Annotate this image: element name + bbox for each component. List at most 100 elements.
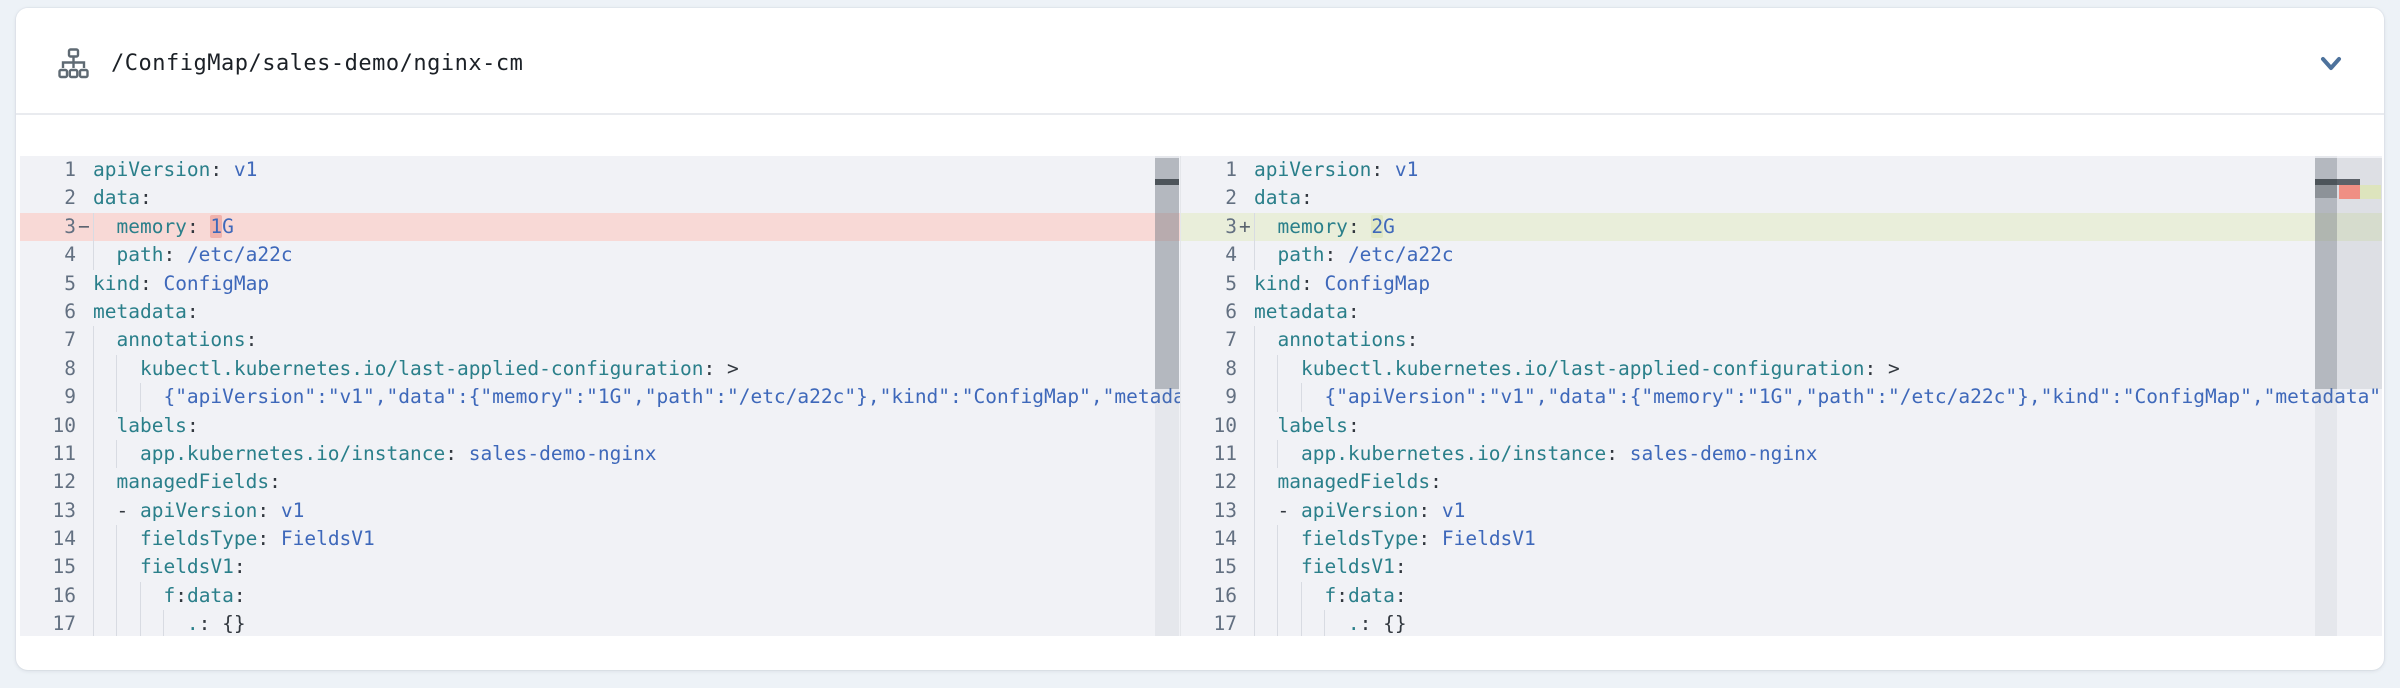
modified-code-line-4[interactable]: 4 path: /etc/a22c [1181,241,2382,269]
modified-code-lines: 1 apiVersion: v12data:3+ memory: 2G4 path… [1181,156,2382,636]
code-content[interactable]: f:data: [1254,582,2382,610]
code-content[interactable]: f:data: [93,582,1180,610]
code-content[interactable]: .: {} [93,610,1180,636]
modified-code-line-15[interactable]: 15 fieldsV1: [1181,553,2382,581]
original-code-line-10[interactable]: 10 labels: [20,412,1180,440]
original-code-line-6[interactable]: 6metadata: [20,298,1180,326]
indent-guide [140,582,141,610]
original-code-line-12[interactable]: 12 managedFields: [20,468,1180,496]
modified-code-line-10[interactable]: 10 labels: [1181,412,2382,440]
code-content[interactable]: metadata: [93,298,1180,326]
original-code-line-16[interactable]: 16 f:data: [20,582,1180,610]
code-content[interactable]: app.kubernetes.io/instance: sales-demo-n… [1254,440,2382,468]
code-content[interactable]: path: /etc/a22c [1254,241,2382,269]
line-number: 5 [20,270,76,298]
code-content[interactable]: memory: 1G [93,213,1180,241]
code-content[interactable]: labels: [93,412,1180,440]
code-token: G [1383,215,1395,238]
original-code-line-17[interactable]: 17 .: {} [20,610,1180,636]
code-content[interactable]: app.kubernetes.io/instance: sales-demo-n… [93,440,1180,468]
code-content[interactable]: kind: ConfigMap [1254,270,2382,298]
code-content[interactable]: fieldsV1: [93,553,1180,581]
code-content[interactable]: fieldsType: FieldsV1 [1254,525,2382,553]
code-content[interactable]: labels: [1254,412,2382,440]
original-editor-pane[interactable]: 1apiVersion: v12 data:3− memory: 1G4 path… [20,156,1180,636]
modified-code-line-13[interactable]: 13 - apiVersion: v1 [1181,497,2382,525]
code-content[interactable]: kubectl.kubernetes.io/last-applied-confi… [93,355,1180,383]
collapse-button[interactable] [2314,51,2348,77]
indent-guide [93,525,94,553]
modified-code-line-5[interactable]: 5kind: ConfigMap [1181,270,2382,298]
modified-editor-pane[interactable]: 1 apiVersion: v12data:3+ memory: 2G4 path… [1180,156,2382,636]
line-sign-spacer [1237,525,1254,553]
code-content[interactable]: memory: 2G [1254,213,2382,241]
modified-code-line-1[interactable]: 1 apiVersion: v1 [1181,156,2382,184]
code-content[interactable]: apiVersion: v1 [93,156,1180,184]
code-content[interactable]: managedFields: [1254,468,2382,496]
indent-guide [1301,610,1302,636]
indent-guide [93,497,94,525]
code-content[interactable]: fieldsV1: [1254,553,2382,581]
original-code-line-13[interactable]: 13 - apiVersion: v1 [20,497,1180,525]
code-content[interactable]: fieldsType: FieldsV1 [93,525,1180,553]
code-token: annotations [116,328,245,351]
modified-code-line-14[interactable]: 14 fieldsType: FieldsV1 [1181,525,2382,553]
code-token: : [704,357,727,380]
original-code-line-8[interactable]: 8 kubectl.kubernetes.io/last-applied-con… [20,355,1180,383]
original-code-line-3[interactable]: 3− memory: 1G [20,213,1180,241]
code-content[interactable]: - apiVersion: v1 [1254,497,2382,525]
original-scrollbar-diff-marker [1155,179,1179,185]
indent-guide [1254,355,1255,383]
line-number: 12 [20,468,76,496]
sitemap-icon [57,47,89,81]
line-number: 1 [1181,156,1237,184]
modified-code-line-12[interactable]: 12 managedFields: [1181,468,2382,496]
original-code-line-2[interactable]: 2 data: [20,184,1180,212]
original-code-line-9[interactable]: 9 {"apiVersion":"v1","data":{"memory":"1… [20,383,1180,411]
line-number: 2 [20,184,76,212]
original-code-line-14[interactable]: 14 fieldsType: FieldsV1 [20,525,1180,553]
code-token: : [1348,300,1360,323]
modified-code-line-17[interactable]: 17 .: {} [1181,610,2382,636]
code-content[interactable]: data: [1254,184,2382,212]
indent-guide [1254,412,1255,440]
code-content[interactable]: metadata: [1254,298,2382,326]
resource-header[interactable]: /ConfigMap/sales-demo/nginx-cm [16,8,2384,115]
code-token: - [1277,499,1300,522]
modified-code-line-7[interactable]: 7 annotations: [1181,326,2382,354]
code-content[interactable]: annotations: [93,326,1180,354]
code-token: : [187,215,210,238]
original-code-line-1[interactable]: 1apiVersion: v1 [20,156,1180,184]
original-scrollbar-thumb[interactable] [1155,158,1179,389]
line-sign-spacer [76,497,93,525]
modified-code-line-16[interactable]: 16 f:data: [1181,582,2382,610]
code-content[interactable]: .: {} [1254,610,2382,636]
code-token: : [257,527,280,550]
modified-code-line-8[interactable]: 8 kubectl.kubernetes.io/last-applied-con… [1181,355,2382,383]
modified-code-line-2[interactable]: 2data: [1181,184,2382,212]
original-code-line-11[interactable]: 11 app.kubernetes.io/instance: sales-dem… [20,440,1180,468]
code-content[interactable]: {"apiVersion":"v1","data":{"memory":"1G"… [93,383,1180,411]
code-content[interactable]: apiVersion: v1 [1254,156,2382,184]
original-code-line-4[interactable]: 4 path: /etc/a22c [20,241,1180,269]
indent-guide [116,553,117,581]
code-content[interactable]: managedFields: [93,468,1180,496]
code-content[interactable]: kind: ConfigMap [93,270,1180,298]
code-content[interactable]: annotations: [1254,326,2382,354]
code-content[interactable]: {"apiVersion":"v1","data":{"memory":"1G"… [1254,383,2382,411]
original-code-line-7[interactable]: 7 annotations: [20,326,1180,354]
modified-code-line-6[interactable]: 6metadata: [1181,298,2382,326]
code-content[interactable]: - apiVersion: v1 [93,497,1180,525]
indent-guide [93,468,94,496]
code-content[interactable]: path: /etc/a22c [93,241,1180,269]
line-sign-spacer [1237,440,1254,468]
modified-code-line-3[interactable]: 3+ memory: 2G [1181,213,2382,241]
original-code-line-5[interactable]: 5 kind: ConfigMap [20,270,1180,298]
code-token: > [1888,357,1900,380]
modified-code-line-11[interactable]: 11 app.kubernetes.io/instance: sales-dem… [1181,440,2382,468]
modified-code-line-9[interactable]: 9 {"apiVersion":"v1","data":{"memory":"1… [1181,383,2382,411]
code-content[interactable]: kubectl.kubernetes.io/last-applied-confi… [1254,355,2382,383]
code-content[interactable]: data: [93,184,1180,212]
original-code-line-15[interactable]: 15 fieldsV1: [20,553,1180,581]
code-token: : [1407,328,1419,351]
